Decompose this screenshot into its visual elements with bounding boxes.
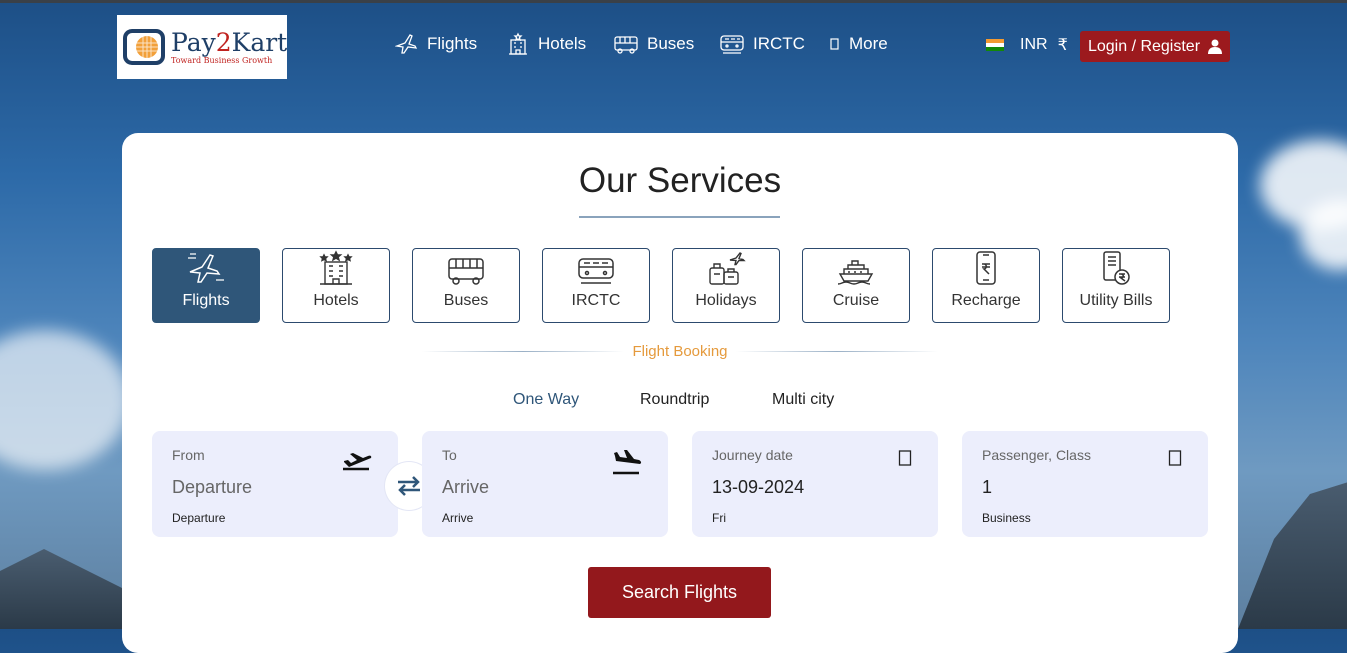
services-card: Our Services Flights Hotels Buses IRCTC … <box>122 133 1238 653</box>
search-flights-button[interactable]: Search Flights <box>588 567 771 618</box>
nav-buses-label: Buses <box>647 34 695 53</box>
nav-flights-label: Flights <box>427 34 478 53</box>
more-icon <box>830 38 839 50</box>
to-sub: Arrive <box>442 511 474 525</box>
passenger-icon <box>1168 450 1182 466</box>
from-value: Departure <box>172 477 253 497</box>
cruise-icon <box>837 260 874 285</box>
hotel-icon <box>319 250 353 285</box>
nav-more-label: More <box>849 34 888 53</box>
calendar-icon <box>898 450 912 466</box>
login-register-button[interactable]: Login / Register <box>1080 31 1230 62</box>
service-holidays[interactable]: Holidays <box>672 248 780 323</box>
service-recharge[interactable]: Recharge <box>932 248 1040 323</box>
to-value: Arrive <box>442 477 490 497</box>
train-icon <box>720 35 744 54</box>
passenger-count: 1 <box>982 477 993 497</box>
passenger-class-label: Passenger, Class <box>982 447 1091 463</box>
bus-icon <box>614 36 638 54</box>
logo-wordmark: Pay2Kart <box>171 27 288 57</box>
service-label: Cruise <box>832 292 880 309</box>
top-border <box>0 0 1347 3</box>
utility-bill-icon <box>1103 251 1130 285</box>
title-underline <box>579 216 780 218</box>
mobile-recharge-icon <box>976 251 996 285</box>
from-field[interactable]: From Departure Departure <box>152 431 398 537</box>
currency-selector[interactable]: INR ₹ <box>986 35 1068 55</box>
nav-flights[interactable]: Flights <box>395 30 477 58</box>
nav-irctc-label: IRCTC <box>753 34 805 53</box>
service-label: Buses <box>443 292 489 309</box>
user-icon <box>1208 39 1223 54</box>
service-flights[interactable]: Flights <box>152 248 260 323</box>
nav-irctc[interactable]: IRCTC <box>719 30 805 58</box>
to-field[interactable]: To Arrive Arrive <box>422 431 668 537</box>
page-title: Our Services <box>578 161 782 200</box>
hotel-icon <box>509 32 527 55</box>
india-flag-icon <box>986 39 1004 51</box>
to-label: To <box>442 447 457 463</box>
service-hotels[interactable]: Hotels <box>282 248 390 323</box>
holidays-icon <box>709 252 746 285</box>
bus-icon <box>448 258 484 285</box>
trip-one-way[interactable]: One Way <box>513 391 579 409</box>
train-icon <box>578 258 614 284</box>
swap-arrows-icon <box>398 476 420 496</box>
service-irctc[interactable]: IRCTC <box>542 248 650 323</box>
from-sub: Departure <box>172 511 226 525</box>
mountain-right <box>1238 479 1347 629</box>
travel-class: Business <box>982 511 1031 525</box>
service-label: Holidays <box>695 292 757 309</box>
logo-emblem-icon <box>123 25 167 69</box>
passenger-class-field[interactable]: Passenger, Class 1 Business <box>962 431 1208 537</box>
login-register-label: Login / Register <box>1087 37 1201 55</box>
plane-icon <box>188 253 224 283</box>
journey-date-value: 13-09-2024 <box>712 477 805 497</box>
journey-date-label: Journey date <box>712 447 793 463</box>
service-cruise[interactable]: Cruise <box>802 248 910 323</box>
service-label: Flights <box>182 292 230 309</box>
logo-tagline: Toward Business Growth <box>171 55 273 65</box>
service-label: Recharge <box>951 292 1021 309</box>
takeoff-icon <box>343 453 372 471</box>
service-utility-bills[interactable]: Utility Bills <box>1062 248 1170 323</box>
service-label: Utility Bills <box>1079 292 1153 309</box>
nav-hotels-label: Hotels <box>538 34 587 53</box>
landing-icon <box>613 450 642 475</box>
service-buses[interactable]: Buses <box>412 248 520 323</box>
nav-buses[interactable]: Buses <box>613 30 694 58</box>
plane-icon <box>395 34 418 54</box>
service-label: IRCTC <box>571 292 621 309</box>
trip-multi-city[interactable]: Multi city <box>772 391 834 409</box>
service-label: Hotels <box>313 292 359 309</box>
trip-roundtrip[interactable]: Roundtrip <box>640 391 709 409</box>
cloud-left <box>0 330 130 470</box>
section-label: Flight Booking <box>422 343 938 360</box>
mountain-left <box>0 549 140 629</box>
from-label: From <box>172 447 205 463</box>
flight-booking-label: Flight Booking <box>632 343 728 360</box>
nav-more[interactable]: More <box>829 30 888 58</box>
site-logo[interactable]: Pay2Kart Toward Business Growth <box>117 15 287 79</box>
currency-symbol: ₹ <box>1057 37 1068 54</box>
currency-code: INR <box>1020 36 1048 53</box>
nav-hotels[interactable]: Hotels <box>506 30 586 58</box>
journey-day: Fri <box>712 511 726 525</box>
journey-date-field[interactable]: Journey date 13-09-2024 Fri <box>692 431 938 537</box>
